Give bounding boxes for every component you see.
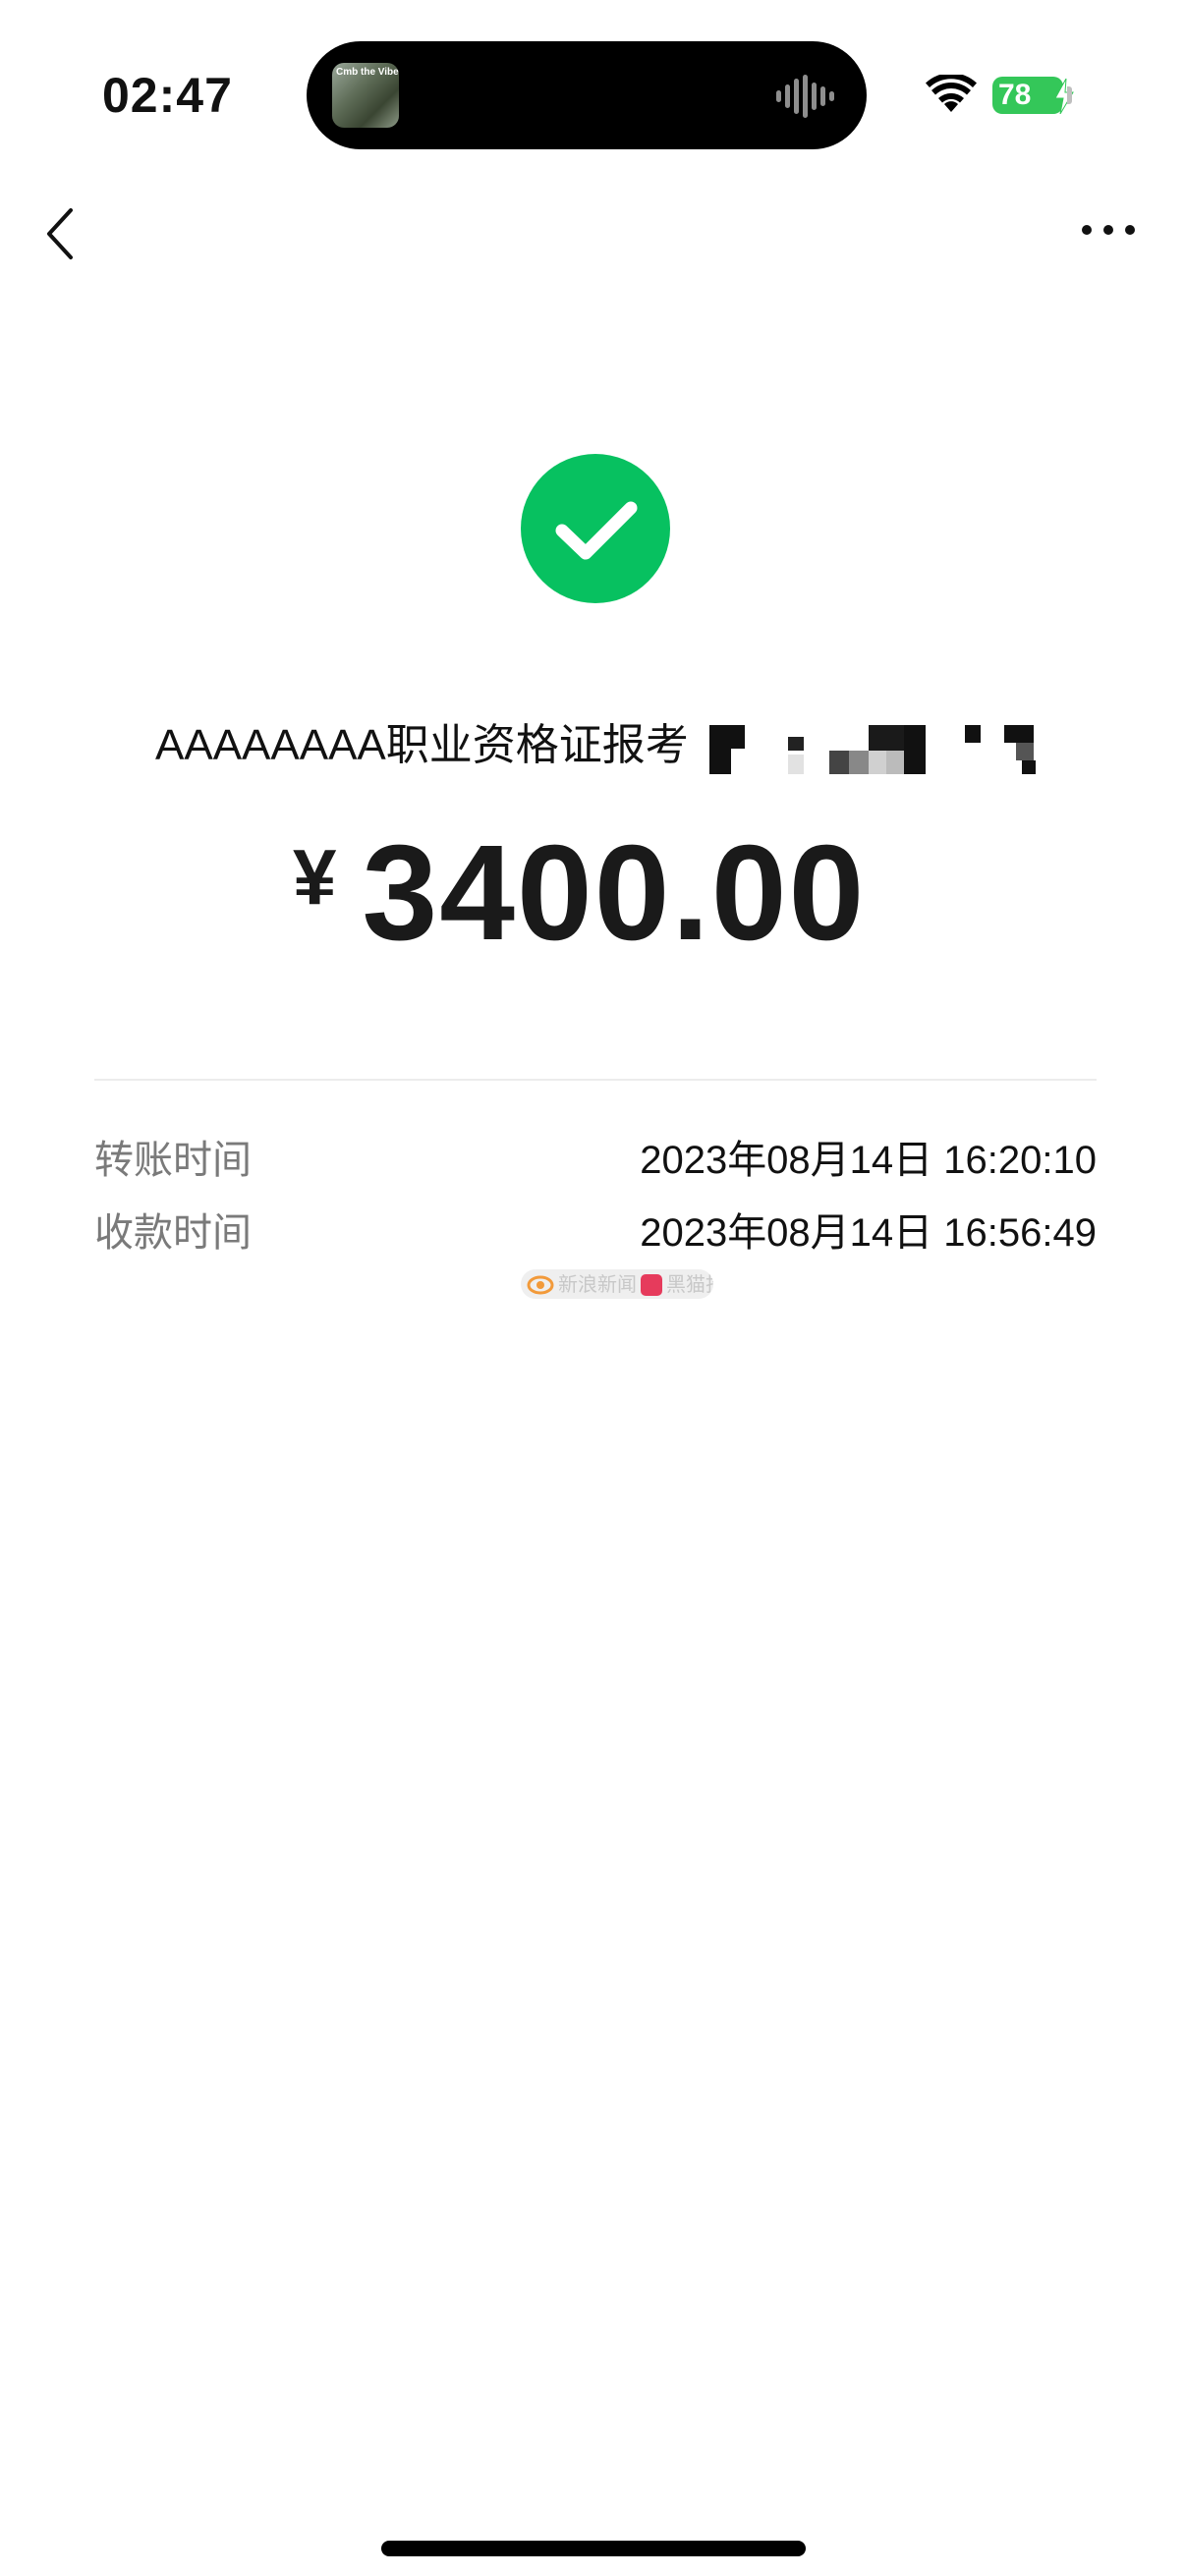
audio-waveform-icon	[776, 75, 834, 118]
transfer-time-value: 2023年08月14日 16:20:10	[640, 1139, 1097, 1182]
battery-level: 78	[998, 79, 1032, 111]
payee-name: AAAAAAAA职业资格证报考	[155, 721, 689, 769]
check-circle-icon	[521, 454, 670, 603]
now-playing-artwork[interactable]: Cmb the Vibe	[332, 63, 399, 128]
dynamic-island[interactable]: Cmb the Vibe	[307, 41, 867, 149]
wifi-icon	[926, 75, 977, 112]
heimao-badge-icon	[641, 1273, 662, 1296]
now-playing-art-text: Cmb the Vibe	[336, 67, 399, 78]
battery-cap	[1067, 86, 1072, 104]
watermark-text-right: 黑猫投诉	[666, 1273, 713, 1296]
transfer-time-label: 转账时间	[94, 1139, 252, 1182]
amount-value: 3400.00	[362, 817, 867, 969]
home-indicator[interactable]	[381, 2541, 806, 2556]
receive-time-label: 收款时间	[94, 1211, 252, 1255]
watermark: 新浪新闻 黑猫投诉	[521, 1269, 713, 1299]
transfer-amount: ¥3400.00	[293, 815, 866, 972]
watermark-text-left: 新浪新闻	[558, 1273, 637, 1296]
currency-symbol: ¥	[293, 833, 337, 921]
redaction-mosaic	[709, 725, 1036, 774]
ellipsis-icon[interactable]	[1079, 218, 1138, 242]
receive-time-value: 2023年08月14日 16:56:49	[640, 1211, 1097, 1255]
chevron-left-icon[interactable]	[41, 204, 81, 263]
sina-eye-icon	[527, 1275, 554, 1295]
divider	[94, 1079, 1097, 1081]
status-time: 02:47	[102, 68, 233, 123]
